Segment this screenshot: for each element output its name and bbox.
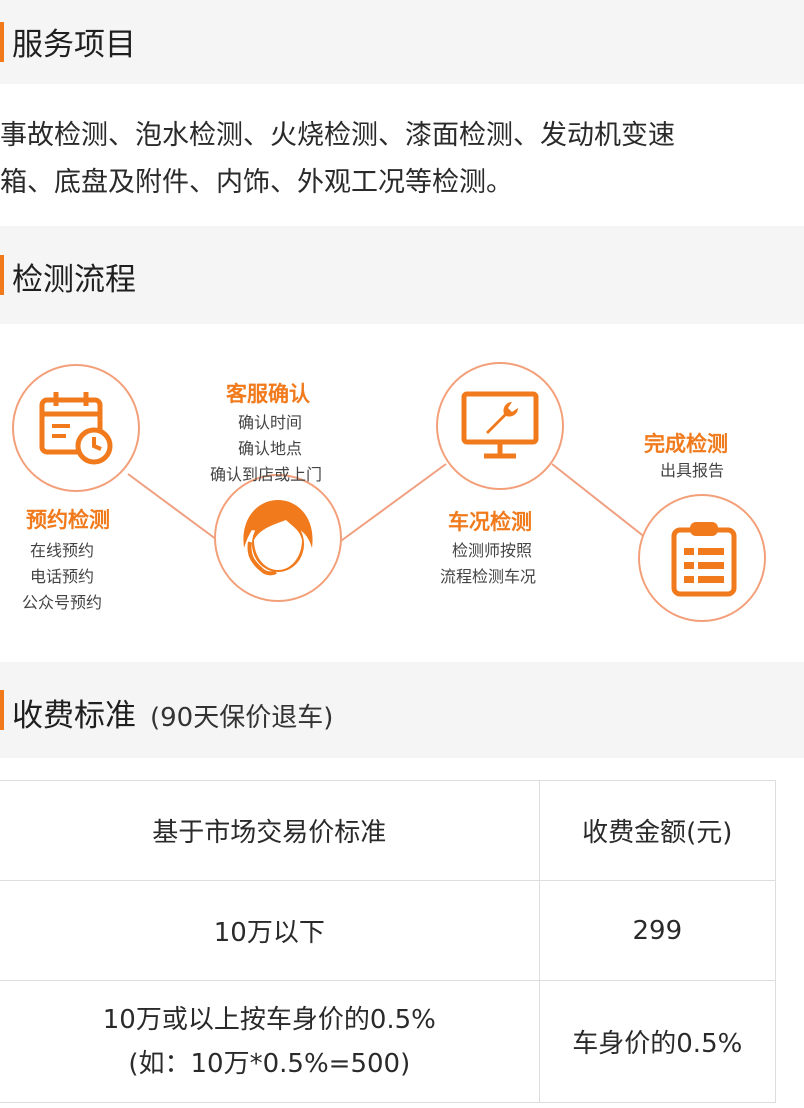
- monitor-wrench-icon: [461, 391, 539, 459]
- step-line: 公众号预约: [22, 593, 103, 612]
- step-title: 完成检测: [644, 432, 728, 456]
- service-desc-line: 箱、底盘及附件、内饰、外观工况等检测。: [0, 167, 513, 198]
- fee-table: 基于市场交易价标准 收费金额(元) 10万以下 299 10万或以上按车身价的0…: [0, 780, 777, 1103]
- amount-text: 车身价的0.5%: [572, 1029, 743, 1059]
- process-section-header: 检测流程: [0, 226, 804, 324]
- step-line: 检测师按照: [452, 541, 533, 560]
- process-diagram: 预约检测 在线预约 电话预约 公众号预约 客服确认 确认时间 确认地点 确认到店…: [0, 324, 804, 662]
- page: 服务项目 事故检测、泡水检测、火烧检测、漆面检测、发动机变速 箱、底盘及附件、内…: [0, 0, 804, 1108]
- header-label: 收费金额(元): [582, 818, 733, 848]
- accent-bar: [0, 690, 4, 730]
- table-cell: 10万以下: [0, 880, 540, 981]
- step-circle-booking: [12, 364, 140, 492]
- table-row: 10万以下 299: [0, 880, 777, 981]
- step-line: 出具报告: [660, 461, 725, 480]
- step-line: 确认到店或上门: [210, 465, 323, 484]
- step-title: 客服确认: [226, 382, 310, 406]
- table-header-cell: 收费金额(元): [538, 780, 777, 881]
- fees-title-text: 收费标准: [12, 698, 136, 734]
- table-header-row: 基于市场交易价标准 收费金额(元): [0, 780, 777, 881]
- table-row: 10万或以上按车身价的0.5% (如：10万*0.5%=500) 车身价的0.5…: [0, 980, 777, 1103]
- service-description: 事故检测、泡水检测、火烧检测、漆面检测、发动机变速 箱、底盘及附件、内饰、外观工…: [0, 112, 780, 206]
- step-circle-inspection: [436, 362, 564, 490]
- header-label: 基于市场交易价标准: [152, 818, 387, 848]
- step-line: 在线预约: [30, 541, 95, 560]
- customer-service-icon: [243, 500, 313, 576]
- table-cell: 车身价的0.5%: [538, 980, 777, 1103]
- step-line: 流程检测车况: [440, 567, 537, 586]
- step-line: 确认时间: [238, 413, 303, 432]
- accent-bar: [0, 22, 4, 62]
- range-text: 10万或以上按车身价的0.5%: [102, 1004, 436, 1035]
- process-title: 检测流程: [12, 262, 136, 298]
- fees-subtitle: (90天保价退车): [150, 703, 334, 733]
- step-title: 预约检测: [26, 508, 110, 532]
- step-line: 电话预约: [30, 567, 95, 586]
- table-header-cell: 基于市场交易价标准: [0, 780, 540, 881]
- step-line: 确认地点: [238, 439, 303, 458]
- clipboard-report-icon: [671, 522, 737, 597]
- fees-section-header: 收费标准 (90天保价退车): [0, 662, 804, 758]
- table-cell: 299: [538, 880, 777, 981]
- step-circle-confirm: [214, 474, 342, 602]
- range-note: (如：10万*0.5%=500): [128, 1048, 411, 1079]
- amount-text: 299: [632, 915, 683, 946]
- fees-title: 收费标准 (90天保价退车): [12, 690, 333, 735]
- table-cell: 10万或以上按车身价的0.5% (如：10万*0.5%=500): [0, 980, 540, 1103]
- step-circle-complete: [638, 494, 766, 622]
- calendar-clock-icon: [39, 392, 113, 465]
- service-title: 服务项目: [12, 27, 136, 63]
- service-desc-line: 事故检测、泡水检测、火烧检测、漆面检测、发动机变速: [0, 120, 675, 151]
- step-title: 车况检测: [448, 510, 532, 534]
- service-section-header: 服务项目: [0, 0, 804, 84]
- range-text: 10万以下: [213, 918, 325, 948]
- accent-bar: [0, 255, 4, 295]
